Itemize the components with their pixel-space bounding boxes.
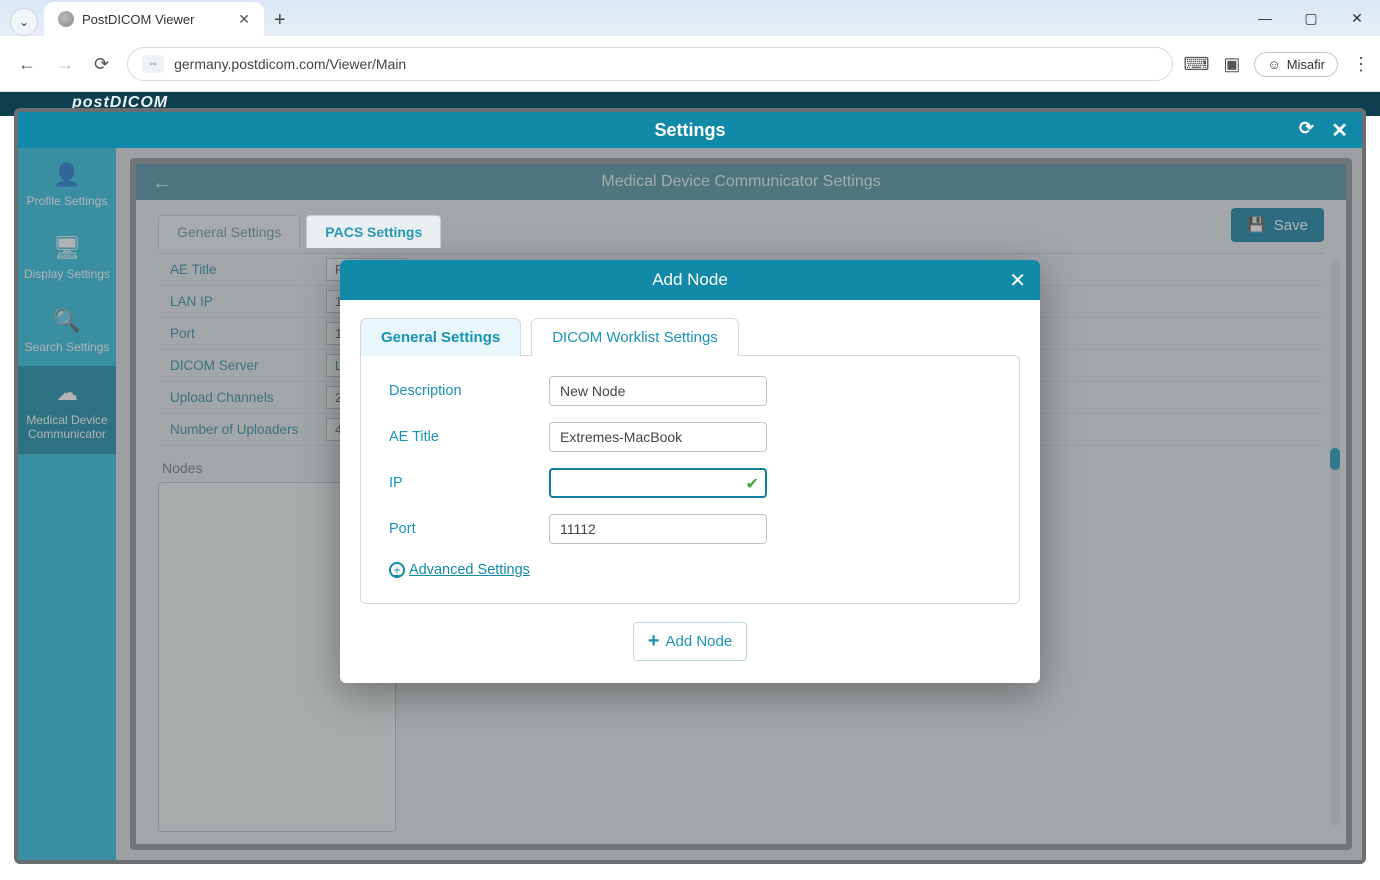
add-node-modal: Add Node ✕ General Settings DICOM Workli…: [340, 260, 1040, 683]
forward-icon[interactable]: →: [56, 54, 74, 75]
kebab-menu-icon[interactable]: ⋮: [1352, 54, 1370, 75]
profile-name: Misafir: [1287, 57, 1325, 72]
tab-title: PostDICOM Viewer: [82, 12, 194, 27]
check-icon: ✔: [746, 474, 759, 494]
advanced-settings-label: Advanced Settings: [409, 562, 530, 578]
refresh-icon[interactable]: ⟳: [1299, 118, 1314, 139]
advanced-settings-link[interactable]: + Advanced Settings: [389, 562, 530, 578]
profile-chip[interactable]: ☺ Misafir: [1254, 52, 1338, 77]
close-window-button[interactable]: ✕: [1334, 0, 1380, 36]
port-input[interactable]: [549, 514, 767, 544]
person-icon: ☺: [1267, 57, 1280, 72]
modal-header: Add Node ✕: [340, 260, 1040, 300]
address-row: ← → ⟳ ◦◦ germany.postdicom.com/Viewer/Ma…: [0, 36, 1380, 92]
favicon: [58, 11, 74, 27]
tab-strip: ⌄ PostDICOM Viewer ✕ +: [0, 0, 1380, 36]
url-text: germany.postdicom.com/Viewer/Main: [174, 56, 406, 72]
settings-header: Settings ⟳ ✕: [18, 112, 1362, 148]
new-tab-button[interactable]: +: [274, 9, 286, 32]
description-input[interactable]: [549, 376, 767, 406]
window-controls: — ▢ ✕: [1242, 0, 1380, 36]
ip-label: IP: [389, 475, 549, 491]
tab-search-dropdown[interactable]: ⌄: [10, 8, 38, 36]
plus-icon: +: [648, 630, 660, 653]
tab-pacs-settings[interactable]: PACS Settings: [306, 215, 441, 248]
site-settings-icon[interactable]: ◦◦: [142, 55, 164, 73]
address-bar[interactable]: ◦◦ germany.postdicom.com/Viewer/Main: [127, 47, 1173, 81]
maximize-button[interactable]: ▢: [1288, 0, 1334, 36]
plus-circle-icon: +: [389, 562, 405, 578]
port-modal-label: Port: [389, 521, 549, 537]
translate-icon[interactable]: ⌨: [1183, 54, 1209, 75]
reload-icon[interactable]: ⟳: [94, 54, 109, 75]
modal-title: Add Node: [652, 270, 728, 290]
minimize-button[interactable]: —: [1242, 0, 1288, 36]
ae-title-modal-label: AE Title: [389, 429, 549, 445]
modal-form: Description AE Title IP ✔ Port + Advan: [360, 355, 1020, 604]
modal-tab-worklist[interactable]: DICOM Worklist Settings: [531, 318, 739, 356]
ip-input[interactable]: [549, 468, 767, 498]
browser-chrome: ⌄ PostDICOM Viewer ✕ + — ▢ ✕ ← → ⟳ ◦◦ ge…: [0, 0, 1380, 92]
modal-tabs: General Settings DICOM Worklist Settings: [360, 318, 1020, 356]
browser-tab[interactable]: PostDICOM Viewer ✕: [44, 2, 264, 36]
panel-icon[interactable]: ▣: [1223, 54, 1240, 75]
tab-close-icon[interactable]: ✕: [238, 11, 250, 28]
add-node-label: Add Node: [665, 633, 732, 650]
settings-title: Settings: [654, 120, 725, 141]
ae-title-input[interactable]: [549, 422, 767, 452]
close-icon[interactable]: ✕: [1331, 118, 1348, 143]
description-label: Description: [389, 383, 549, 399]
add-node-button[interactable]: + Add Node: [633, 622, 747, 661]
back-icon[interactable]: ←: [18, 54, 36, 75]
modal-tab-general[interactable]: General Settings: [360, 318, 521, 356]
modal-close-icon[interactable]: ✕: [1009, 268, 1026, 293]
